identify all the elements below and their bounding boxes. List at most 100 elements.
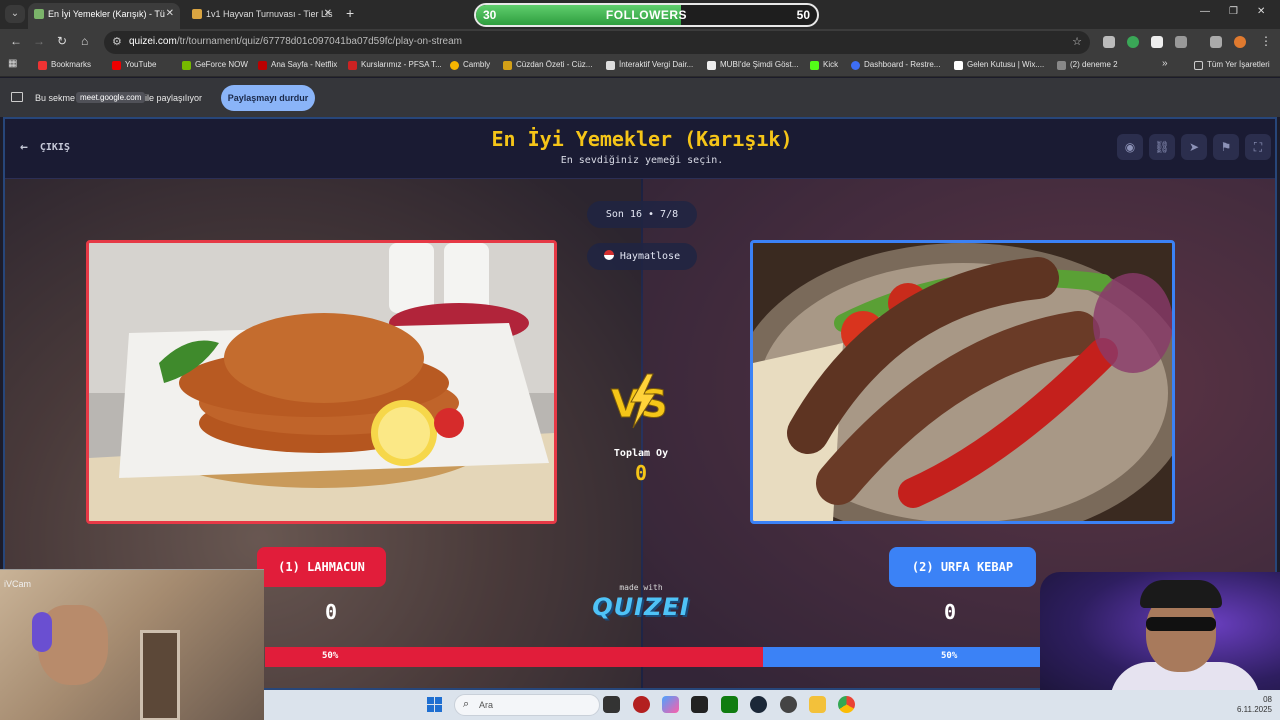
app-icon[interactable] <box>633 696 650 713</box>
option-right-image[interactable] <box>750 240 1175 524</box>
tab-favicon <box>34 9 44 19</box>
extension-icon[interactable] <box>1151 36 1163 48</box>
vote-left-button[interactable]: (1) LAHMACUN <box>257 547 386 587</box>
epic-games-icon[interactable] <box>691 696 708 713</box>
all-bookmarks-folder[interactable]: Tüm Yer İşaretleri <box>1194 60 1270 70</box>
bookmark-kick[interactable]: Kick <box>810 60 838 70</box>
vote-right-button[interactable]: (2) URFA KEBAP <box>889 547 1036 587</box>
windows-taskbar: ⌕ Ara 08 6.11.2025 <box>264 690 1280 720</box>
tab-title: En İyi Yemekler (Karışık) - Tü <box>48 9 165 19</box>
stop-sharing-button[interactable]: Paylaşmayı durdur <box>221 85 315 111</box>
versus-icon: VS <box>611 373 668 429</box>
bookmark-youtube[interactable]: YouTube <box>112 60 156 70</box>
xbox-icon[interactable] <box>721 696 738 713</box>
forward-icon[interactable]: → <box>33 34 45 48</box>
copilot-icon[interactable] <box>662 696 679 713</box>
webcam-background-door <box>140 630 180 720</box>
media-icon[interactable] <box>1210 36 1222 48</box>
bookmark-wix[interactable]: Gelen Kutusu | Wix.... <box>954 60 1044 70</box>
followers-label: FOLLOWERS <box>605 8 688 22</box>
bookmark-cuzdan[interactable]: Cüzdan Özeti - Cüz... <box>503 60 592 70</box>
left-score: 0 <box>325 600 338 624</box>
tab-search-button[interactable]: ⌄ <box>5 5 25 23</box>
webcam-left: iVCam <box>0 569 264 720</box>
tab-active[interactable]: En İyi Yemekler (Karışık) - Tü ✕ <box>28 3 180 29</box>
bookmark-deneme[interactable]: (2) deneme 2 <box>1057 60 1118 70</box>
quiz-subtitle: En sevdiğiniz yemeği seçin. <box>560 155 724 166</box>
profile-avatar[interactable] <box>1234 36 1246 48</box>
made-with-label: made with <box>619 583 663 592</box>
apps-grid-icon[interactable]: ▦ <box>8 58 17 69</box>
urfa-kebab-photo <box>753 243 1172 521</box>
back-icon[interactable]: ← <box>10 34 22 48</box>
bookmark-netflix[interactable]: Ana Sayfa - Netflix <box>258 60 337 70</box>
bookmark-geforce[interactable]: GeForce NOW <box>182 60 248 70</box>
reload-icon[interactable]: ↻ <box>57 34 67 48</box>
new-tab-icon[interactable]: + <box>346 5 354 21</box>
bookmark-item[interactable]: Bookmarks <box>38 60 91 70</box>
tab-title: 1v1 Hayvan Turnuvası - Tier Lis <box>206 9 333 19</box>
webcam-label: iVCam <box>4 579 32 589</box>
taskbar-clock: 08 6.11.2025 <box>1237 695 1272 715</box>
url-text: quizei.com/tr/tournament/quiz/67778d01c0… <box>129 36 463 47</box>
host-badge: Haymatlose <box>587 243 697 270</box>
search-placeholder: Ara <box>479 700 494 710</box>
restore-icon[interactable]: ❐ <box>1229 6 1238 17</box>
extension-icon[interactable] <box>1127 36 1139 48</box>
share-send-icon[interactable]: ➤ <box>1181 134 1207 160</box>
close-tab-icon[interactable]: ✕ <box>166 3 174 25</box>
bookmark-cambly[interactable]: Cambly <box>450 60 490 70</box>
streamer-sunglasses <box>1146 617 1216 631</box>
steam-icon[interactable] <box>750 696 767 713</box>
streamer-cap <box>1140 580 1222 608</box>
close-window-icon[interactable]: ✕ <box>1257 6 1265 17</box>
extensions-puzzle-icon[interactable] <box>1175 36 1187 48</box>
total-votes-label: Toplam Oy <box>613 448 669 459</box>
extension-icon[interactable] <box>1103 36 1115 48</box>
host-name: Haymatlose <box>619 251 681 262</box>
bookmarks-bar: ▦ Bookmarks YouTube GeForce NOW Ana Sayf… <box>0 56 1280 77</box>
chrome-icon[interactable] <box>838 696 855 713</box>
taskview-icon[interactable] <box>603 696 620 713</box>
site-info-icon[interactable]: ⚙ <box>112 35 122 48</box>
screen-share-icon <box>11 92 23 102</box>
right-percentage-label: 50% <box>941 651 958 661</box>
file-explorer-icon[interactable] <box>809 696 826 713</box>
bookmark-restream[interactable]: Dashboard - Restre... <box>851 60 940 70</box>
tab-favicon <box>192 9 202 19</box>
taskbar-search[interactable]: ⌕ Ara <box>454 694 600 716</box>
eye-icon[interactable]: ◉ <box>1117 134 1143 160</box>
link-icon[interactable]: ⛓ <box>1149 134 1175 160</box>
bookmark-pfsa[interactable]: Kurslarımız - PFSA T... <box>348 60 442 70</box>
share-site-chip: meet.google.com <box>76 92 146 103</box>
option-left-image[interactable] <box>86 240 557 524</box>
search-icon: ⌕ <box>463 698 470 710</box>
followers-goal: 50 <box>796 8 810 22</box>
share-suffix: ile paylaşılıyor <box>145 93 203 103</box>
bookmark-star-icon[interactable]: ☆ <box>1072 35 1082 48</box>
windows-start-icon[interactable] <box>427 697 443 713</box>
tab-second[interactable]: 1v1 Hayvan Turnuvası - Tier Lis ✕ <box>186 3 338 29</box>
bookmark-mubi[interactable]: MUBI'de Şimdi Göst... <box>707 60 798 70</box>
round-indicator: Son 16 • 7/8 <box>587 201 697 228</box>
quiz-title: En İyi Yemekler (Karışık) <box>491 127 793 151</box>
home-icon[interactable]: ⌂ <box>81 34 88 48</box>
flag-icon[interactable]: ⚑ <box>1213 134 1239 160</box>
more-bookmarks-icon[interactable]: » <box>1162 58 1168 69</box>
right-score: 0 <box>944 600 957 624</box>
fullscreen-icon[interactable]: ⛶ <box>1245 134 1271 160</box>
total-votes-value: 0 <box>634 461 648 485</box>
tab-sharing-bar: Bu sekme meet.google.com ile paylaşılıyo… <box>0 78 1280 117</box>
clock-date: 6.11.2025 <box>1237 705 1272 714</box>
close-tab-icon[interactable]: ✕ <box>324 3 332 25</box>
menu-icon[interactable]: ⋮ <box>1260 34 1272 48</box>
obs-icon[interactable] <box>780 696 797 713</box>
minimize-icon[interactable]: — <box>1200 6 1210 17</box>
quizei-logo: QUIZEI <box>592 593 690 621</box>
followers-goal-bar: 30 FOLLOWERS 50 <box>474 3 819 27</box>
flag-icon <box>603 250 614 260</box>
address-bar[interactable]: ⚙ quizei.com/tr/tournament/quiz/67778d01… <box>104 31 1090 54</box>
browser-tabstrip: ⌄ En İyi Yemekler (Karışık) - Tü ✕ 1v1 H… <box>0 0 1280 29</box>
bookmark-vergi[interactable]: İnteraktif Vergi Dair... <box>606 60 693 70</box>
headphones <box>32 612 52 652</box>
